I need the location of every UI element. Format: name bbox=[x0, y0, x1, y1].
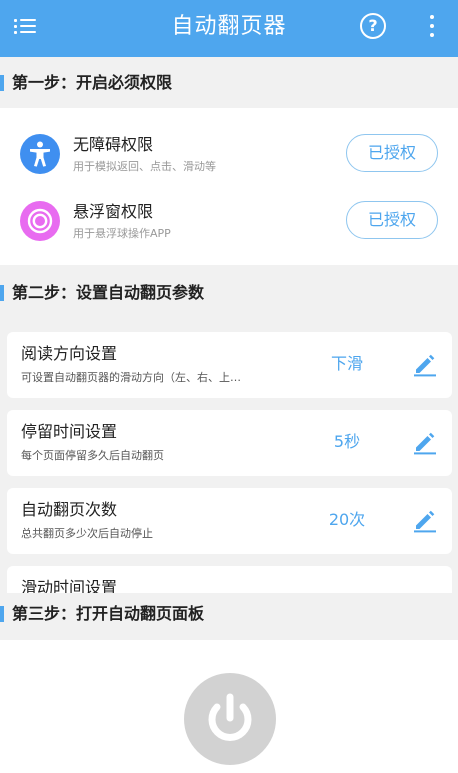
permission-row-floating: 悬浮窗权限 用于悬浮球操作APP 已授权 bbox=[0, 189, 458, 255]
setting-subtitle: 每个页面停留多久后自动翻页 bbox=[21, 449, 164, 462]
floating-window-grant-button[interactable]: 已授权 bbox=[346, 201, 438, 239]
power-icon bbox=[208, 693, 252, 741]
step1-label: 第一步：开启必须权限 bbox=[12, 73, 173, 92]
setting-value: 20次 bbox=[328, 510, 366, 529]
edit-icon[interactable] bbox=[412, 351, 438, 377]
app-header: 自动翻页器 ? bbox=[0, 0, 458, 57]
power-button[interactable] bbox=[184, 673, 276, 765]
page-count-setting[interactable]: 自动翻页次数 总共翻页多少次后自动停止 20次 bbox=[7, 488, 452, 554]
more-dot bbox=[430, 24, 434, 28]
section-accent bbox=[0, 606, 4, 622]
setting-subtitle: 可设置自动翻页器的滑动方向（左、右、上… bbox=[21, 371, 241, 384]
floating-ball-icon bbox=[20, 201, 60, 241]
setting-value: 5秒 bbox=[333, 432, 361, 451]
setting-title: 阅读方向设置 bbox=[21, 344, 118, 363]
section-accent bbox=[0, 285, 4, 301]
setting-title: 自动翻页次数 bbox=[21, 500, 118, 519]
step1-header: 第一步：开启必须权限 bbox=[0, 62, 458, 104]
page-title: 自动翻页器 bbox=[171, 14, 287, 39]
help-icon[interactable]: ? bbox=[360, 13, 386, 39]
setting-title: 停留时间设置 bbox=[21, 422, 118, 441]
more-dot bbox=[430, 15, 434, 19]
dwell-time-setting[interactable]: 停留时间设置 每个页面停留多久后自动翻页 5秒 bbox=[7, 410, 452, 476]
step3-header: 第三步：打开自动翻页面板 bbox=[0, 593, 458, 635]
permission-title: 悬浮窗权限 bbox=[73, 202, 154, 221]
setting-title: 滑动时间设置 bbox=[21, 578, 118, 594]
permission-subtitle: 用于模拟返回、点击、滑动等 bbox=[73, 160, 216, 173]
swipe-time-setting[interactable]: 滑动时间设置 bbox=[7, 566, 452, 594]
permission-title: 无障碍权限 bbox=[73, 135, 154, 154]
step2-label: 第二步：设置自动翻页参数 bbox=[12, 283, 205, 302]
accessibility-icon bbox=[20, 134, 60, 174]
permission-row-accessibility: 无障碍权限 用于模拟返回、点击、滑动等 已授权 bbox=[0, 122, 458, 188]
power-panel bbox=[0, 640, 458, 773]
edit-icon[interactable] bbox=[412, 429, 438, 455]
setting-subtitle: 总共翻页多少次后自动停止 bbox=[21, 527, 153, 540]
permission-subtitle: 用于悬浮球操作APP bbox=[73, 227, 171, 240]
more-dot bbox=[430, 33, 434, 37]
reading-direction-setting[interactable]: 阅读方向设置 可设置自动翻页器的滑动方向（左、右、上… 下滑 bbox=[7, 332, 452, 398]
edit-icon[interactable] bbox=[412, 507, 438, 533]
more-options-icon[interactable] bbox=[424, 14, 440, 40]
section-accent bbox=[0, 75, 4, 91]
setting-value: 下滑 bbox=[330, 354, 363, 373]
step2-header: 第二步：设置自动翻页参数 bbox=[0, 272, 458, 314]
accessibility-grant-button[interactable]: 已授权 bbox=[346, 134, 438, 172]
step3-label: 第三步：打开自动翻页面板 bbox=[12, 604, 205, 623]
permission-card: 无障碍权限 用于模拟返回、点击、滑动等 已授权 悬浮窗权限 用于悬浮球操作APP… bbox=[0, 108, 458, 265]
